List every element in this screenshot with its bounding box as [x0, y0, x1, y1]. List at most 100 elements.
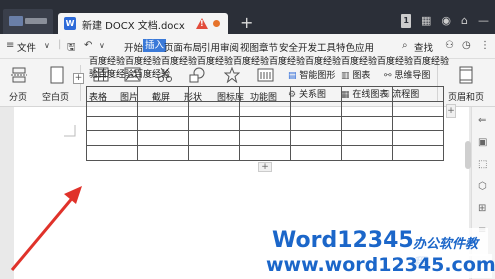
document-tab[interactable]: W 新建 DOCX 文档.docx	[58, 13, 228, 34]
table-cell[interactable]	[188, 130, 240, 147]
table-move-handle[interactable]: +	[73, 73, 84, 84]
table-cell[interactable]	[137, 130, 189, 147]
table-cell[interactable]	[86, 145, 138, 161]
table-row	[86, 100, 444, 117]
skin-icon[interactable]: ◉	[441, 14, 451, 28]
separator: |	[58, 39, 62, 50]
table-cell[interactable]	[86, 100, 138, 117]
table-cell[interactable]	[290, 115, 342, 132]
table-cell[interactable]	[392, 115, 444, 132]
table-cell[interactable]	[290, 145, 342, 161]
table-cell[interactable]	[239, 100, 291, 117]
app-logo-icon	[9, 16, 23, 26]
page-break-button[interactable]: 分页	[6, 59, 32, 107]
menu-review[interactable]: 审阅	[220, 40, 239, 54]
sidebar-collapse-icon[interactable]: ⇐	[478, 115, 486, 126]
table-row	[86, 86, 444, 102]
more-chevron-icon[interactable]: ∨	[99, 41, 105, 50]
save-icon[interactable]: 🖫	[67, 40, 76, 57]
new-tab-button[interactable]: +	[240, 13, 253, 33]
margin-corner-mark	[64, 125, 76, 137]
menu-insert[interactable]: 插入	[143, 39, 167, 52]
undo-icon[interactable]: ↶	[84, 40, 92, 51]
sidebar-style-icon[interactable]: ▣	[478, 137, 487, 148]
document-paragraph[interactable]: 百度经验百度经验百度经验百度经验百度经验百度经验百度经验百度经验百度经验百度经验…	[89, 56, 449, 82]
table-cell[interactable]	[341, 115, 393, 132]
document-table[interactable]	[86, 86, 444, 161]
sidebar-grid-icon[interactable]: ⊞	[478, 203, 486, 214]
menu-section[interactable]: 章节	[259, 40, 278, 54]
word-doc-icon: W	[64, 17, 76, 30]
minimize-icon[interactable]: —	[478, 14, 489, 28]
sidebar-select-icon[interactable]: ⬚	[478, 159, 487, 170]
table-cell[interactable]	[290, 100, 342, 117]
table-cell[interactable]	[137, 145, 189, 161]
table-cell[interactable]	[188, 145, 240, 161]
home-tab[interactable]	[3, 9, 53, 34]
table-cell[interactable]	[188, 86, 240, 102]
unsaved-dot-icon[interactable]	[213, 20, 220, 27]
table-cell[interactable]	[188, 100, 240, 117]
table-row	[86, 145, 444, 161]
window-controls: 1 ▦ ◉ ⌂ —	[401, 14, 489, 28]
table-cell[interactable]	[137, 100, 189, 117]
watermark-brand-text: Word12345	[272, 228, 414, 253]
share-icon[interactable]: ⚇	[445, 40, 454, 51]
table-row	[86, 130, 444, 147]
more-icon[interactable]: ⋮	[480, 40, 490, 51]
menu-page-layout[interactable]: 页面布局	[164, 40, 202, 54]
document-tab-title: 新建 DOCX 文档.docx	[82, 21, 185, 32]
header-footer-icon	[459, 66, 473, 84]
header-footer-button[interactable]: 页眉和页	[445, 59, 495, 107]
table-cell[interactable]	[392, 100, 444, 117]
table-cell[interactable]	[392, 145, 444, 161]
table-cell[interactable]	[341, 100, 393, 117]
table-row	[86, 115, 444, 132]
blank-page-button[interactable]: 空白页	[40, 59, 76, 107]
table-cell[interactable]	[137, 115, 189, 132]
blank-page-label: 空白页	[42, 93, 70, 103]
table-cell[interactable]	[290, 86, 342, 102]
watermark-url: www.word12345.com	[262, 254, 495, 278]
warning-icon[interactable]	[196, 18, 208, 29]
menu-home[interactable]: 开始	[124, 40, 143, 54]
watermark-brand: Word12345 办公软件教程	[268, 228, 488, 271]
paragraph-line-2: 验百度经验百度经验	[89, 70, 171, 80]
table-cell[interactable]	[341, 145, 393, 161]
table-cell[interactable]	[137, 86, 189, 102]
menu-developer[interactable]: 开发工具	[298, 40, 336, 54]
table-cell[interactable]	[392, 86, 444, 102]
add-row-button[interactable]: +	[258, 162, 272, 172]
table-cell[interactable]	[341, 130, 393, 147]
page-break-label: 分页	[9, 93, 28, 103]
menu-security[interactable]: 安全	[279, 40, 298, 54]
add-column-button[interactable]: +	[446, 104, 456, 118]
menu-file[interactable]: 文件	[17, 40, 36, 54]
paragraph-line-1: 百度经验百度经验百度经验百度经验百度经验百度经验百度经验百度经验百度经验百度经验	[89, 57, 450, 67]
user-icon[interactable]: ⌂	[461, 14, 468, 28]
table-cell[interactable]	[86, 86, 138, 102]
watermark-url-text: www.word12345.com	[266, 254, 495, 276]
table-cell[interactable]	[290, 130, 342, 147]
table-cell[interactable]	[392, 130, 444, 147]
menu-view[interactable]: 视图	[240, 40, 259, 54]
search-label[interactable]: 查找	[414, 40, 433, 54]
grid-icon[interactable]: ▦	[421, 14, 431, 28]
bell-icon[interactable]: ◷	[462, 40, 471, 51]
search-icon[interactable]: ⌕	[402, 40, 408, 51]
menu-icon[interactable]: ≡	[6, 40, 14, 51]
table-cell[interactable]	[239, 86, 291, 102]
table-cell[interactable]	[86, 115, 138, 132]
menu-special-apps[interactable]: 特色应用	[336, 40, 374, 54]
table-cell[interactable]	[239, 130, 291, 147]
menu-references[interactable]: 引用	[201, 40, 220, 54]
table-cell[interactable]	[239, 115, 291, 132]
sidebar-shape-icon[interactable]: ⬡	[478, 181, 487, 192]
table-cell[interactable]	[341, 86, 393, 102]
home-tab-label	[25, 18, 47, 24]
table-cell[interactable]	[188, 115, 240, 132]
window-count-badge[interactable]: 1	[401, 14, 411, 28]
table-cell[interactable]	[239, 145, 291, 161]
table-cell[interactable]	[86, 130, 138, 147]
file-chevron-icon[interactable]: ∨	[44, 41, 50, 50]
